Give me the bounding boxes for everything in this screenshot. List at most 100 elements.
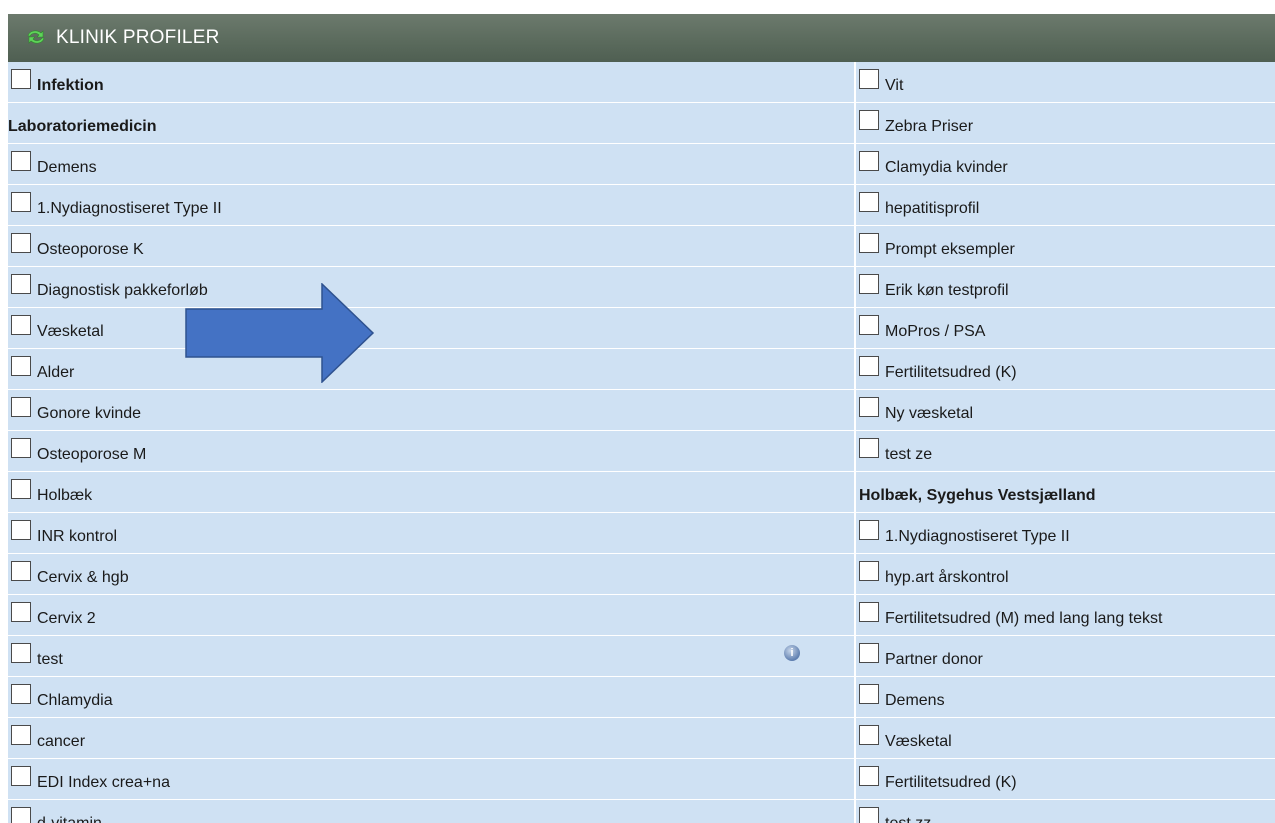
profile-checkbox-cervix-2[interactable] [11,602,31,622]
profile-label: Demens [37,159,97,176]
profile-row[interactable]: Ny væsketal [856,390,1275,431]
profile-row[interactable]: Fertilitetsudred (K) [856,759,1275,800]
profile-checkbox-hepatitisprofil[interactable] [859,192,879,212]
profile-row[interactable]: Holbæk [8,472,854,513]
profile-row[interactable]: Demens [8,144,854,185]
group-header-row: Laboratoriemedicin [8,103,854,144]
profile-row[interactable]: Osteoporose K [8,226,854,267]
profile-row[interactable]: MoPros / PSA [856,308,1275,349]
profile-checkbox-fertilitetsudred-k[interactable] [859,766,879,786]
profile-row[interactable]: Cervix 2 [8,595,854,636]
profile-checkbox-diagnostisk-pakkeforl-b[interactable] [11,274,31,294]
profile-row[interactable]: Osteoporose M [8,431,854,472]
profile-checkbox-cancer[interactable] [11,725,31,745]
profile-checkbox-edi-index-crea-na[interactable] [11,766,31,786]
profile-label: test [37,651,63,668]
left-profile-column: Infektion Laboratoriemedicin Demens 1.Nydia… [8,62,854,823]
profile-label: test ze [885,446,933,463]
profile-checkbox-test[interactable] [11,643,31,663]
profile-label: Partner donor [885,651,983,668]
group-label: Laboratoriemedicin [8,118,157,135]
profile-row[interactable]: hepatitisprofil [856,185,1275,226]
profile-checkbox-fertilitetsudred-m-med-lang-lang-tekst[interactable] [859,602,879,622]
profile-row[interactable]: Cervix & hgb [8,554,854,595]
profile-row[interactable]: Diagnostisk pakkeforløb [8,267,854,308]
profile-label: Gonore kvinde [37,405,142,422]
profile-row[interactable]: Erik køn testprofil [856,267,1275,308]
profile-label: hepatitisprofil [885,200,980,217]
profile-row[interactable]: Clamydia kvinder [856,144,1275,185]
panel-header: KLINIK PROFILER [8,14,1275,62]
profile-row[interactable]: test zz [856,800,1275,823]
profile-label: INR kontrol [37,528,118,545]
profile-label: Fertilitetsudred (M) med lang lang tekst [885,610,1163,627]
profile-row[interactable]: Gonore kvinde [8,390,854,431]
profile-label: Vit [885,77,904,94]
profile-row[interactable]: d-vitamin [8,800,854,823]
profile-row[interactable]: Alder [8,349,854,390]
profile-row[interactable]: 1.Nydiagnostiseret Type II [856,513,1275,554]
profile-label: cancer [37,733,86,750]
profile-row[interactable]: Væsketal [856,718,1275,759]
info-icon[interactable]: i [784,645,800,661]
profile-checkbox-zebra-priser[interactable] [859,110,879,130]
profile-checkbox-prompt-eksempler[interactable] [859,233,879,253]
profile-checkbox-v-sketal[interactable] [859,725,879,745]
profile-row[interactable]: test ze [856,431,1275,472]
refresh-arrows-icon [27,30,45,44]
profile-checkbox-cervix-hgb[interactable] [11,561,31,581]
profile-checkbox-erik-k-n-testprofil[interactable] [859,274,879,294]
profile-checkbox-d-vitamin[interactable] [11,807,31,823]
profile-checkbox-chlamydia[interactable] [11,684,31,704]
profile-checkbox-clamydia-kvinder[interactable] [859,151,879,171]
profile-checkbox-1-nydiagnostiseret-type-ii[interactable] [859,520,879,540]
profile-row[interactable]: 1.Nydiagnostiseret Type II [8,185,854,226]
profile-checkbox-v-sketal[interactable] [11,315,31,335]
profile-row[interactable]: Chlamydia [8,677,854,718]
profile-checkbox-test-zz[interactable] [859,807,879,823]
group-label: Holbæk, Sygehus Vestsjælland [859,487,1096,504]
profile-label: Fertilitetsudred (K) [885,364,1017,381]
profile-row[interactable]: test i [8,636,854,677]
profile-checkbox-vit[interactable] [859,69,879,89]
profile-row[interactable]: hyp.art årskontrol [856,554,1275,595]
profile-checkbox-test-ze[interactable] [859,438,879,458]
klinik-profiler-panel: KLINIK PROFILER Infektion Laboratoriemedi… [8,14,1275,823]
profile-label: Ny væsketal [885,405,974,422]
profile-checkbox-mopros-psa[interactable] [859,315,879,335]
profile-label: EDI Index crea+na [37,774,170,791]
profile-checkbox-hyp-art-a-rskontrol[interactable] [859,561,879,581]
profile-label: Clamydia kvinder [885,159,1008,176]
profile-label: Osteoporose M [37,446,147,463]
profile-checkbox-fertilitetsudred-k[interactable] [859,356,879,376]
profile-checkbox-demens[interactable] [859,684,879,704]
profile-checkbox-alder[interactable] [11,356,31,376]
profile-row[interactable]: Vit [856,62,1275,103]
profile-label: Alder [37,364,75,381]
profile-row[interactable]: Zebra Priser [856,103,1275,144]
profile-row[interactable]: Væsketal [8,308,854,349]
profile-row[interactable]: Fertilitetsudred (K) [856,349,1275,390]
profile-checkbox-ny-v-sketal[interactable] [859,397,879,417]
profile-row[interactable]: Prompt eksempler [856,226,1275,267]
profile-checkbox-holb-k[interactable] [11,479,31,499]
profile-row[interactable]: Demens [856,677,1275,718]
profile-label: Væsketal [885,733,952,750]
profile-label: Fertilitetsudred (K) [885,774,1017,791]
profile-row[interactable]: INR kontrol [8,513,854,554]
profile-row[interactable]: Partner donor [856,636,1275,677]
profile-checkbox-osteoporose-k[interactable] [11,233,31,253]
profile-checkbox-1-nydiagnostiseret-type-ii[interactable] [11,192,31,212]
profile-checkbox-infektion[interactable] [11,69,31,89]
profile-checkbox-osteoporose-m[interactable] [11,438,31,458]
profile-row[interactable]: EDI Index crea+na [8,759,854,800]
profile-checkbox-partner-donor[interactable] [859,643,879,663]
profile-checkbox-gonore-kvinde[interactable] [11,397,31,417]
profile-checkbox-demens[interactable] [11,151,31,171]
profile-checkbox-inr-kontrol[interactable] [11,520,31,540]
profile-label: Infektion [37,77,104,94]
profile-row[interactable]: Infektion [8,62,854,103]
profile-row[interactable]: Fertilitetsudred (M) med lang lang tekst [856,595,1275,636]
profile-label: Cervix & hgb [37,569,129,586]
profile-row[interactable]: cancer [8,718,854,759]
